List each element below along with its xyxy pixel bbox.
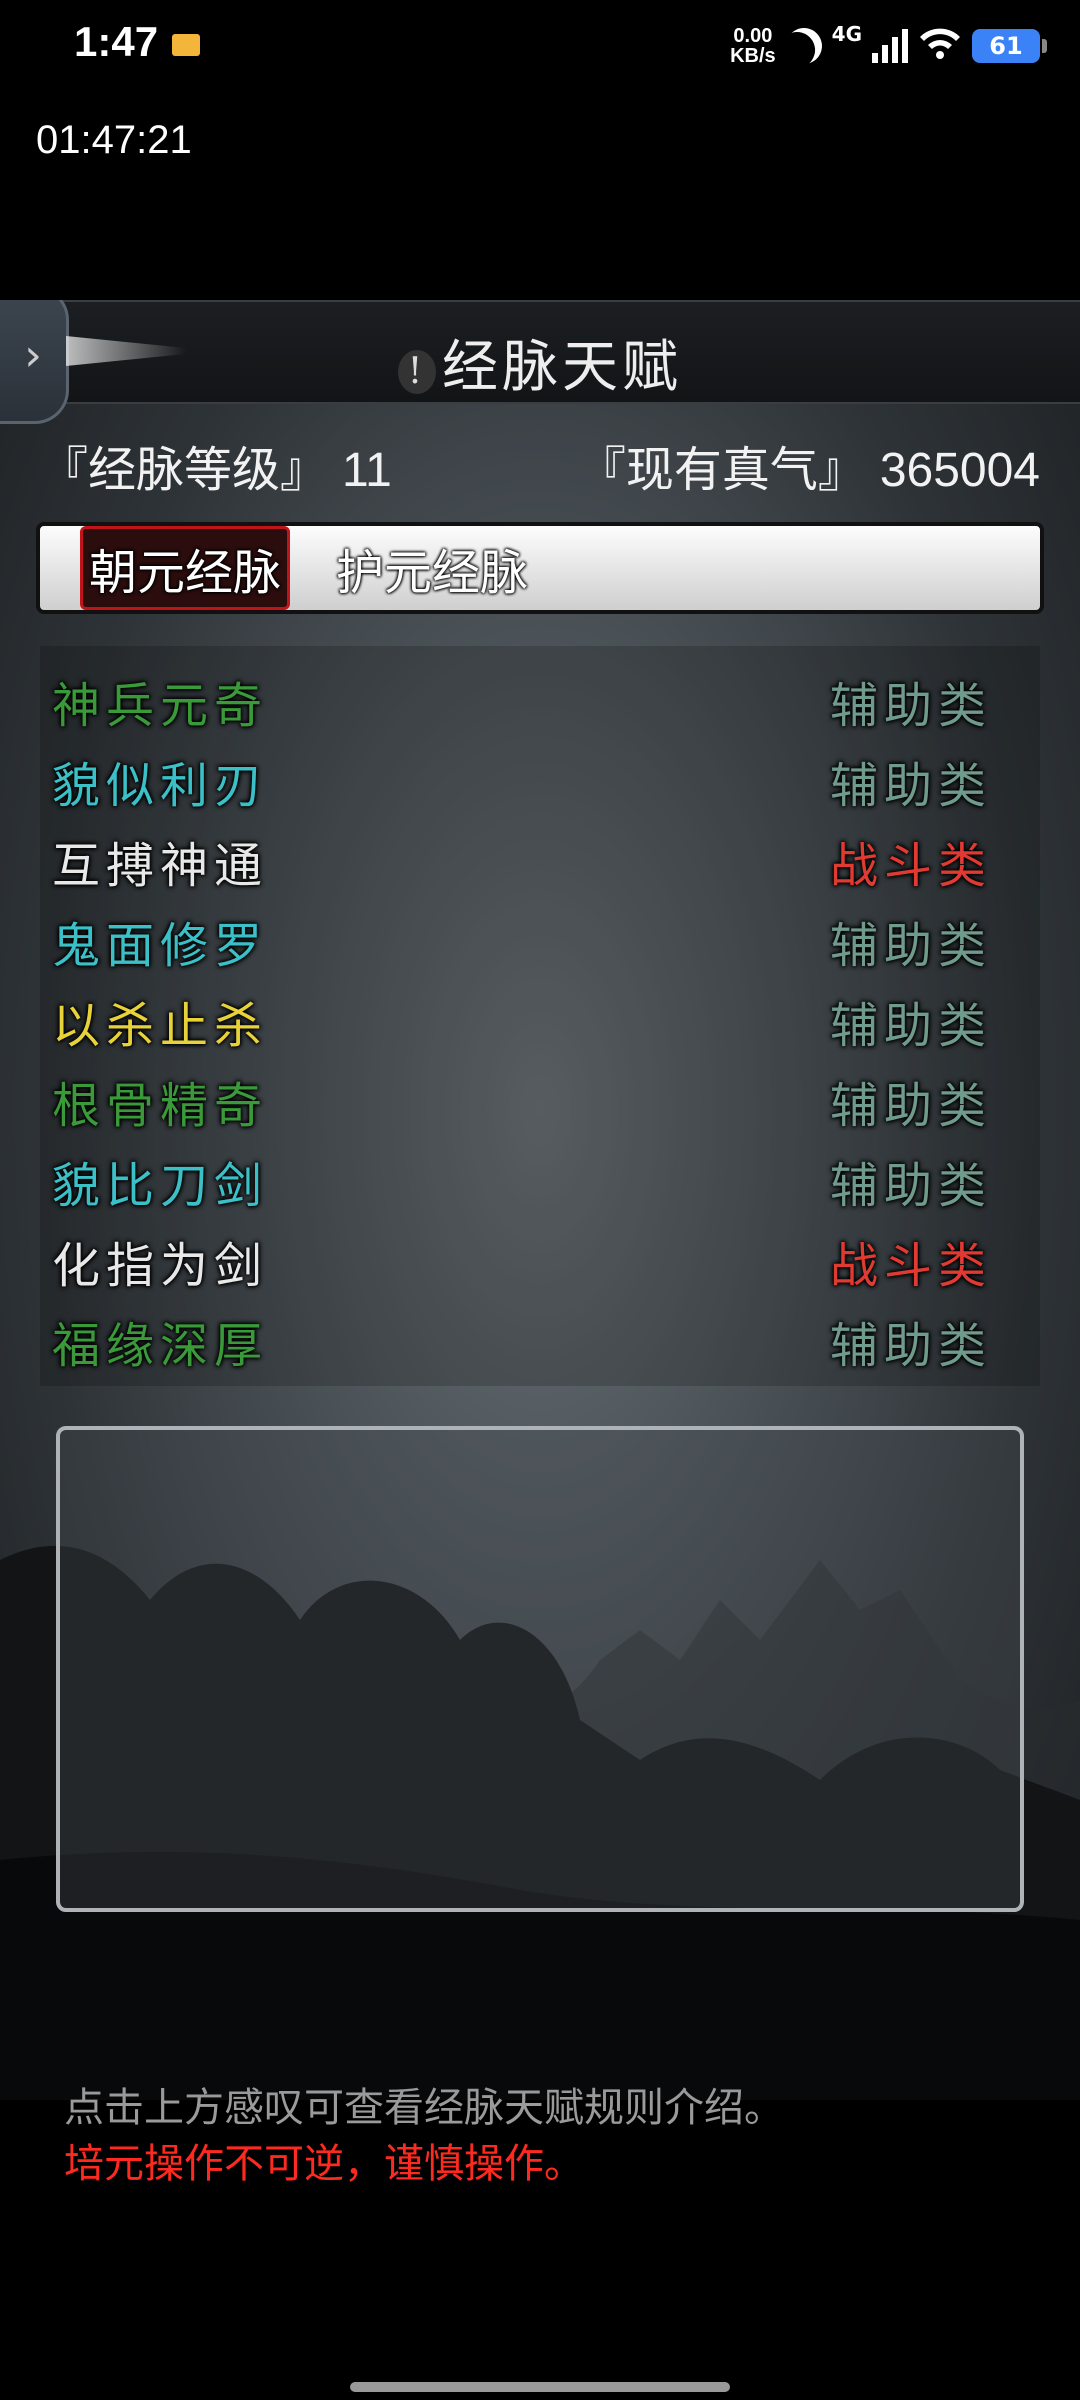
- talent-list: 神兵元奇 辅助类 貌似利刃 辅助类 互搏神通 战斗类 鬼面修罗 辅助类 以杀止杀 辅助类 …: [40, 646, 1040, 1386]
- talent-row[interactable]: 化指为剑 战斗类: [40, 1216, 1040, 1296]
- footer-notes: 点击上方感叹可查看经脉天赋规则介绍。 培元操作不可逆，谨慎操作。: [64, 2080, 784, 2192]
- warning-text: 培元操作不可逆，谨慎操作。: [64, 2141, 584, 2187]
- talent-row[interactable]: 神兵元奇 辅助类: [40, 656, 1040, 736]
- status-icons: 0.00 KB/s 4G 61: [730, 18, 1047, 74]
- talent-name: 貌似利刃: [52, 758, 269, 814]
- talent-name: 貌比刀剑: [52, 1158, 269, 1214]
- talent-type: 战斗类: [829, 1238, 992, 1294]
- meridian-tabs: 朝元经脉 护元经脉: [36, 522, 1044, 614]
- meridian-talent-screen: › ! 经脉天赋 『经脉等级』 11 『现有真气』 365004 朝元经脉 护元经脉 …: [0, 300, 1080, 2100]
- info-button[interactable]: !: [398, 349, 436, 394]
- current-qi: 『现有真气』 365004: [578, 430, 1040, 500]
- page-title: ! 经脉天赋: [0, 322, 1080, 403]
- talent-row[interactable]: 貌比刀剑 辅助类: [40, 1136, 1040, 1216]
- mail-icon: [172, 34, 200, 56]
- battery-icon: 61: [972, 29, 1047, 63]
- talent-name: 根骨精奇: [52, 1078, 269, 1134]
- wifi-icon: [918, 25, 962, 67]
- talent-name: 福缘深厚: [52, 1318, 269, 1374]
- talent-type: 辅助类: [829, 758, 992, 814]
- talent-row[interactable]: 互搏神通 战斗类: [40, 816, 1040, 896]
- tab-chaoyuan-meridian[interactable]: 朝元经脉: [80, 526, 291, 610]
- tab-huyuan-meridian[interactable]: 护元经脉: [330, 529, 534, 607]
- net-speed-value: 0.00: [733, 25, 773, 47]
- moon-icon: [779, 21, 828, 70]
- overlay-clock: 01:47:21: [36, 118, 192, 162]
- talent-row[interactable]: 貌似利刃 辅助类: [40, 736, 1040, 816]
- status-time: 1:47: [74, 18, 159, 65]
- talent-name: 鬼面修罗: [52, 918, 269, 974]
- talent-type: 辅助类: [829, 998, 992, 1054]
- talent-type: 辅助类: [829, 1078, 992, 1134]
- status-bar: 1:47 0.00 KB/s 4G 61: [0, 0, 1080, 96]
- signal-icon: [872, 29, 908, 63]
- page-title-text: 经脉天赋: [442, 335, 682, 400]
- talent-type: 辅助类: [829, 918, 992, 974]
- talent-name: 化指为剑: [52, 1238, 269, 1294]
- talent-row[interactable]: 福缘深厚 辅助类: [40, 1296, 1040, 1376]
- current-qi-label: 『现有真气』: [577, 442, 866, 498]
- meridian-level: 『经脉等级』 11: [40, 430, 392, 500]
- talent-type: 辅助类: [829, 1158, 992, 1214]
- talent-detail-panel: [56, 1426, 1024, 1912]
- talent-name: 以杀止杀: [52, 998, 269, 1054]
- talent-type: 辅助类: [829, 678, 992, 734]
- battery-level: 61: [989, 32, 1023, 60]
- stats-row: 『经脉等级』 11 『现有真气』 365004: [40, 430, 1040, 500]
- current-qi-value: 365004: [879, 444, 1040, 497]
- meridian-level-label: 『经脉等级』: [40, 442, 329, 498]
- talent-type: 辅助类: [829, 1318, 992, 1374]
- talent-name: 互搏神通: [52, 838, 269, 894]
- talent-name: 神兵元奇: [52, 678, 269, 734]
- talent-row[interactable]: 鬼面修罗 辅助类: [40, 896, 1040, 976]
- home-indicator[interactable]: [350, 2382, 730, 2392]
- meridian-level-value: 11: [342, 444, 392, 497]
- network-type: 4G: [831, 22, 862, 46]
- talent-row[interactable]: 以杀止杀 辅助类: [40, 976, 1040, 1056]
- net-speed-unit: KB/s: [730, 45, 776, 67]
- talent-type: 战斗类: [829, 838, 992, 894]
- talent-row[interactable]: 根骨精奇 辅助类: [40, 1056, 1040, 1136]
- hint-text: 点击上方感叹可查看经脉天赋规则介绍。: [64, 2085, 784, 2131]
- net-speed: 0.00 KB/s: [730, 26, 776, 66]
- title-bar: › ! 经脉天赋: [0, 300, 1080, 424]
